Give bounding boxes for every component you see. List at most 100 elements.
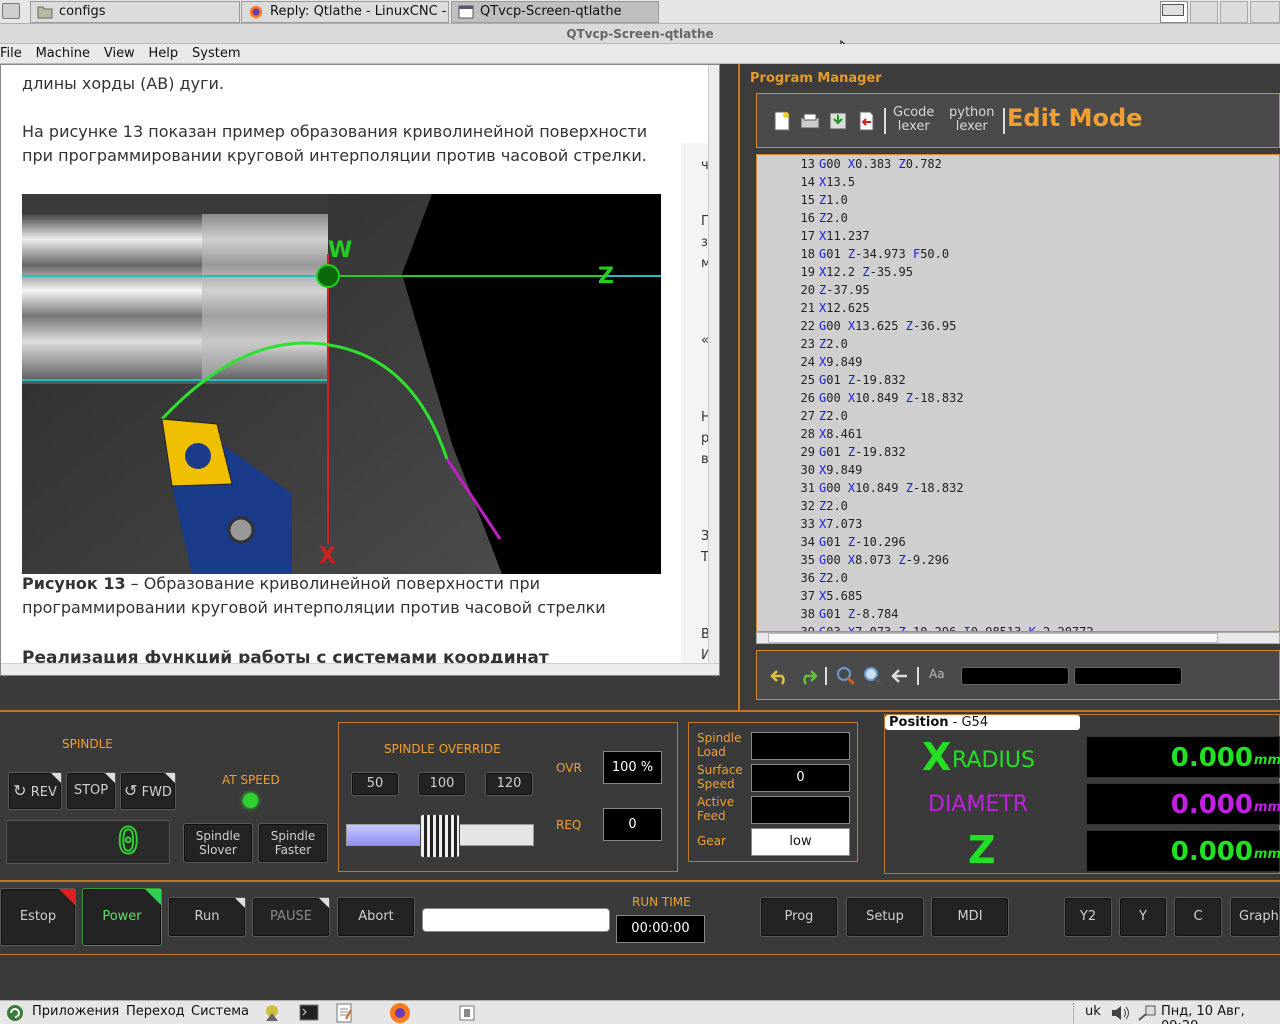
open-file-icon[interactable] xyxy=(799,110,821,132)
new-file-icon[interactable] xyxy=(771,110,793,132)
keyboard-layout-indicator[interactable]: uk xyxy=(1085,1004,1101,1019)
find-previous-icon[interactable] xyxy=(889,665,911,687)
replace-input[interactable] xyxy=(1074,667,1182,685)
menu-places[interactable]: Переход xyxy=(126,1004,185,1019)
volume-icon[interactable] xyxy=(1110,1004,1130,1022)
code-line[interactable]: 35 G00 X8.073 Z-9.296 xyxy=(787,551,1277,569)
abort-button[interactable]: Abort xyxy=(337,897,415,937)
match-case-toggle[interactable]: Aa xyxy=(929,667,945,681)
mdi-tab-button[interactable]: MDI xyxy=(931,897,1009,937)
linuxcnc-launcher-icon[interactable] xyxy=(262,1003,282,1023)
network-icon[interactable] xyxy=(1137,1004,1157,1022)
workspace-switcher[interactable] xyxy=(1160,1,1280,23)
gcode-editor[interactable]: 13 G00 X0.383 Z0.782 14 X13.5 15 Z1.0 16 Z2.0 17… xyxy=(756,154,1280,632)
code-line[interactable]: 34 G01 Z-10.296 xyxy=(787,533,1277,551)
menu-machine[interactable]: Machine xyxy=(31,44,95,63)
task-qtvcp[interactable]: QTvcp-Screen-qtlathe xyxy=(451,1,659,23)
undo-icon[interactable] xyxy=(769,665,791,687)
editor-scroll-thumb[interactable] xyxy=(768,633,1218,643)
terminal-icon[interactable] xyxy=(299,1003,319,1023)
graph-button[interactable]: Graph xyxy=(1230,897,1280,937)
code-line[interactable]: 30 X9.849 xyxy=(787,461,1277,479)
y2-button[interactable]: Y2 xyxy=(1064,897,1112,937)
gcode-lexer-button[interactable]: Gcode lexer xyxy=(893,106,934,134)
line-number: 26 xyxy=(800,391,815,405)
applications-menu-icon[interactable] xyxy=(6,1004,24,1022)
redo-icon[interactable] xyxy=(797,665,819,687)
doc-vertical-scrollbar[interactable] xyxy=(708,65,719,663)
pause-button[interactable]: PAUSE xyxy=(252,897,330,937)
show-desktop-panel-icon[interactable] xyxy=(458,1004,476,1022)
text-editor-icon[interactable] xyxy=(334,1003,354,1023)
code-line[interactable]: 17 X11.237 xyxy=(787,227,1277,245)
code-line[interactable]: 24 X9.849 xyxy=(787,353,1277,371)
firefox-launcher-icon[interactable] xyxy=(389,1002,411,1024)
task-configs[interactable]: configs xyxy=(30,1,240,23)
code-line[interactable]: 15 Z1.0 xyxy=(787,191,1277,209)
estop-button[interactable]: Estop xyxy=(0,888,76,946)
exit-file-icon[interactable] xyxy=(855,110,877,132)
code-line[interactable]: 39 G03 X7.073 Z-10.296 I0.98513 K-2.20772 xyxy=(787,623,1277,632)
code-line[interactable]: 21 X12.625 xyxy=(787,299,1277,317)
c-button[interactable]: C xyxy=(1174,897,1222,937)
spindle-load-label: Spindle Load xyxy=(697,731,742,759)
code-line[interactable]: 28 X8.461 xyxy=(787,425,1277,443)
y-button[interactable]: Y xyxy=(1119,897,1167,937)
override-100-button[interactable]: 100 xyxy=(418,772,466,796)
replace-icon[interactable] xyxy=(835,665,857,687)
override-120-button[interactable]: 120 xyxy=(485,772,533,796)
code-line[interactable]: 31 G00 X10.849 Z-18.832 xyxy=(787,479,1277,497)
menu-system[interactable]: System xyxy=(187,44,245,63)
menu-file[interactable]: File xyxy=(0,44,27,63)
code-line[interactable]: 29 G01 Z-19.832 xyxy=(787,443,1277,461)
show-desktop-icon[interactable] xyxy=(2,3,20,19)
code-line[interactable]: 16 Z2.0 xyxy=(787,209,1277,227)
menu-view[interactable]: View xyxy=(99,44,140,63)
menu-help[interactable]: Help xyxy=(144,44,184,63)
prog-tab-button[interactable]: Prog xyxy=(760,897,838,937)
divider-line xyxy=(0,710,1280,712)
override-slider-thumb[interactable] xyxy=(420,814,460,858)
search-icon[interactable] xyxy=(862,665,884,687)
menu-system-panel[interactable]: Система xyxy=(191,1004,249,1019)
code-line[interactable]: 32 Z2.0 xyxy=(787,497,1277,515)
code-line[interactable]: 27 Z2.0 xyxy=(787,407,1277,425)
code-line[interactable]: 19 X12.2 Z-35.95 xyxy=(787,263,1277,281)
code-line[interactable]: 36 Z2.0 xyxy=(787,569,1277,587)
task-firefox[interactable]: Reply: Qtlathe - LinuxCNC -... xyxy=(241,1,449,23)
power-button[interactable]: Power xyxy=(82,888,162,946)
code-line[interactable]: 38 G01 Z-8.784 xyxy=(787,605,1277,623)
gcode-word-value: -19.832 xyxy=(855,445,906,459)
code-line[interactable]: 22 G00 X13.625 Z-36.95 xyxy=(787,317,1277,335)
spindle-faster-button[interactable]: Spindle Faster xyxy=(258,823,328,863)
code-line[interactable]: 13 G00 X0.383 Z0.782 xyxy=(787,155,1277,173)
code-line[interactable]: 25 G01 Z-19.832 xyxy=(787,371,1277,389)
spindle-slower-button[interactable]: Spindle Slover xyxy=(183,823,253,863)
code-line[interactable]: 33 X7.073 xyxy=(787,515,1277,533)
web-document-view[interactable]: длины хорды (AB) дуги. На рисунке 13 пок… xyxy=(0,64,720,676)
gcode-word-letter: Z xyxy=(898,625,906,632)
doc-paragraph-line-1: На рисунке 13 показан пример образования… xyxy=(22,122,648,141)
spindle-fwd-button[interactable]: ↺ FWD xyxy=(120,772,176,810)
code-line[interactable]: 37 X5.685 xyxy=(787,587,1277,605)
gcode-word-value: 01 xyxy=(826,247,848,261)
doc-horizontal-scrollbar[interactable] xyxy=(1,663,719,675)
code-line[interactable]: 20 Z-37.95 xyxy=(787,281,1277,299)
gcode-word-value: 03 xyxy=(826,625,848,632)
spindle-rev-button[interactable]: ↻ REV xyxy=(8,772,62,810)
code-line[interactable]: 26 G00 X10.849 Z-18.832 xyxy=(787,389,1277,407)
gcode-word-value: 00 xyxy=(826,157,848,171)
search-input[interactable] xyxy=(961,667,1069,685)
menu-applications[interactable]: Приложения xyxy=(32,1004,119,1019)
code-line[interactable]: 18 G01 Z-34.973 F50.0 xyxy=(787,245,1277,263)
code-line[interactable]: 23 Z2.0 xyxy=(787,335,1277,353)
run-button[interactable]: Run xyxy=(168,897,246,937)
gcode-word-value: 13.625 xyxy=(855,319,906,333)
spindle-stop-button[interactable]: STOP xyxy=(66,772,116,810)
line-number: 30 xyxy=(800,463,815,477)
python-lexer-button[interactable]: python lexer xyxy=(949,106,994,134)
code-line[interactable]: 14 X13.5 xyxy=(787,173,1277,191)
setup-tab-button[interactable]: Setup xyxy=(846,897,924,937)
override-50-button[interactable]: 50 xyxy=(351,772,399,796)
save-file-icon[interactable] xyxy=(827,110,849,132)
